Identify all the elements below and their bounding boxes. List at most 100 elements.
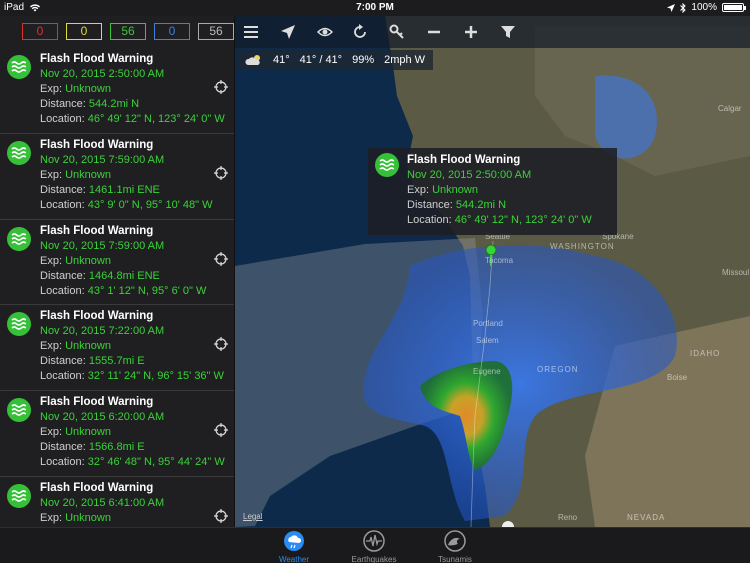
location-label: Location: (407, 214, 452, 226)
alert-item[interactable]: Flash Flood Warning Nov 20, 2015 6:41:00… (0, 477, 234, 527)
count-yellow[interactable]: 0 (66, 23, 102, 40)
distance-label: Distance: (40, 98, 86, 110)
exp-label: Exp: (407, 184, 430, 196)
alert-title: Flash Flood Warning (40, 396, 154, 409)
refresh-icon[interactable] (352, 24, 368, 40)
severity-counts: 0 0 56 0 56 (0, 16, 234, 48)
flood-icon (7, 483, 31, 508)
wind: 2mph W (384, 54, 426, 66)
exp-value: Unknown (65, 83, 111, 95)
count-total[interactable]: 56 (198, 23, 234, 40)
exp-label: Exp: (40, 254, 63, 267)
alert-item[interactable]: Flash Flood Warning Nov 20, 2015 2:50:00… (0, 48, 234, 134)
alert-date: Nov 20, 2015 7:59:00 AM (40, 153, 165, 166)
bluetooth-icon (680, 2, 687, 13)
map-canvas[interactable] (235, 16, 750, 527)
tab-weather[interactable]: Weather (259, 530, 329, 563)
label-boise: Boise (667, 373, 688, 382)
crosshair-icon[interactable] (214, 508, 228, 523)
location-label: Location: (40, 113, 85, 125)
hi-lo-temp: 41° / 41° (299, 54, 343, 66)
status-bar: iPad 7:00 PM 100% (0, 0, 750, 16)
distance-value: 544.2mi N (88, 98, 140, 110)
status-time: 7:00 PM (356, 2, 394, 13)
label-eugene: Eugene (473, 367, 501, 376)
exp-value: Unknown (65, 168, 111, 181)
alert-item[interactable]: Flash Flood Warning Nov 20, 2015 7:59:00… (0, 134, 234, 220)
alert-pin[interactable] (485, 244, 497, 256)
filter-icon[interactable] (500, 24, 516, 40)
location-value: 32° 46' 48" N, 95° 44' 24" W (87, 456, 225, 469)
crosshair-icon[interactable] (214, 165, 228, 180)
flood-icon (7, 226, 31, 251)
eye-icon[interactable] (317, 24, 333, 40)
label-reno: Reno (558, 513, 578, 522)
alert-date: Nov 20, 2015 7:59:00 AM (40, 239, 165, 252)
distance-label: Distance: (40, 441, 86, 454)
distance-label: Distance: (40, 269, 86, 282)
crosshair-icon[interactable] (214, 423, 228, 438)
distance-label: Distance: (407, 199, 453, 211)
location-label: Location: (40, 198, 85, 211)
tab-bar: Weather Earthquakes Tsunamis (0, 527, 750, 563)
distance-label: Distance: (40, 183, 86, 196)
exp-value: Unknown (65, 426, 111, 439)
exp-label: Exp: (40, 340, 63, 353)
alert-date: Nov 20, 2015 6:20:00 AM (40, 411, 165, 424)
tab-tsunamis-label: Tsunamis (438, 555, 472, 563)
distance-value: 1555.7mi E (88, 355, 145, 368)
tab-earthquakes-label: Earthquakes (351, 555, 397, 563)
count-red[interactable]: 0 (22, 23, 58, 40)
tab-earthquakes[interactable]: Earthquakes (339, 530, 409, 563)
tab-tsunamis[interactable]: Tsunamis (420, 530, 490, 563)
location-icon[interactable] (280, 24, 296, 40)
label-washington: WASHINGTON (550, 242, 615, 251)
flood-icon (7, 140, 31, 165)
crosshair-icon[interactable] (214, 337, 228, 352)
alert-date: Nov 20, 2015 6:41:00 AM (40, 496, 165, 509)
battery-icon (722, 3, 746, 12)
location-label: Location: (40, 370, 85, 383)
zoom-in-icon[interactable] (463, 24, 479, 40)
exp-label: Exp: (40, 426, 63, 439)
tab-weather-label: Weather (278, 555, 310, 563)
flood-icon (7, 55, 31, 79)
legal-link[interactable]: Legal (243, 512, 263, 521)
location-label: Location: (40, 456, 85, 469)
alert-title: Flash Flood Warning (40, 53, 154, 65)
callout-date: Nov 20, 2015 2:50:00 AM (407, 169, 532, 181)
label-portland: Portland (473, 319, 503, 328)
exp-value: Unknown (65, 254, 111, 267)
weather-globe-icon (284, 531, 304, 551)
label-nevada: NEVADA (627, 513, 666, 522)
count-green[interactable]: 56 (110, 23, 146, 40)
key-icon[interactable] (389, 24, 405, 40)
crosshair-icon[interactable] (214, 251, 228, 266)
count-blue[interactable]: 0 (154, 23, 190, 40)
menu-icon[interactable] (243, 24, 259, 40)
zoom-out-icon[interactable] (426, 24, 442, 40)
label-calgary: Calgar (718, 104, 742, 113)
exp-value: Unknown (65, 511, 111, 524)
radar-map[interactable]: WASHINGTON OREGON IDAHO NEVADA Seattle T… (235, 16, 750, 527)
alert-item[interactable]: Flash Flood Warning Nov 20, 2015 7:22:00… (0, 305, 234, 392)
exp-label: Exp: (40, 168, 63, 181)
location-arrow-icon (667, 3, 676, 12)
alert-item[interactable]: Flash Flood Warning Nov 20, 2015 7:59:00… (0, 220, 234, 306)
alerts-sidebar: 0 0 56 0 56 Flash Flood Warning Nov 20, … (0, 16, 235, 527)
exp-label: Exp: (40, 83, 63, 95)
crosshair-icon[interactable] (214, 80, 228, 94)
exp-label: Exp: (40, 511, 63, 524)
wave-icon (444, 530, 466, 552)
current-temp: 41° (273, 54, 290, 66)
exp-value: Unknown (65, 340, 111, 353)
location-value: 43° 9' 0" N, 95° 10' 48" W (87, 198, 213, 211)
exp-value: Unknown (432, 184, 478, 196)
flood-icon (7, 312, 31, 337)
current-weather-bar[interactable]: 41° 41° / 41° 99% 2mph W (237, 50, 434, 70)
distance-label: Distance: (40, 355, 86, 368)
flood-icon (375, 153, 399, 177)
alert-item[interactable]: Flash Flood Warning Nov 20, 2015 6:20:00… (0, 391, 234, 477)
flood-icon (7, 398, 31, 423)
alert-callout[interactable]: Flash Flood Warning Nov 20, 2015 2:50:00… (368, 148, 617, 235)
